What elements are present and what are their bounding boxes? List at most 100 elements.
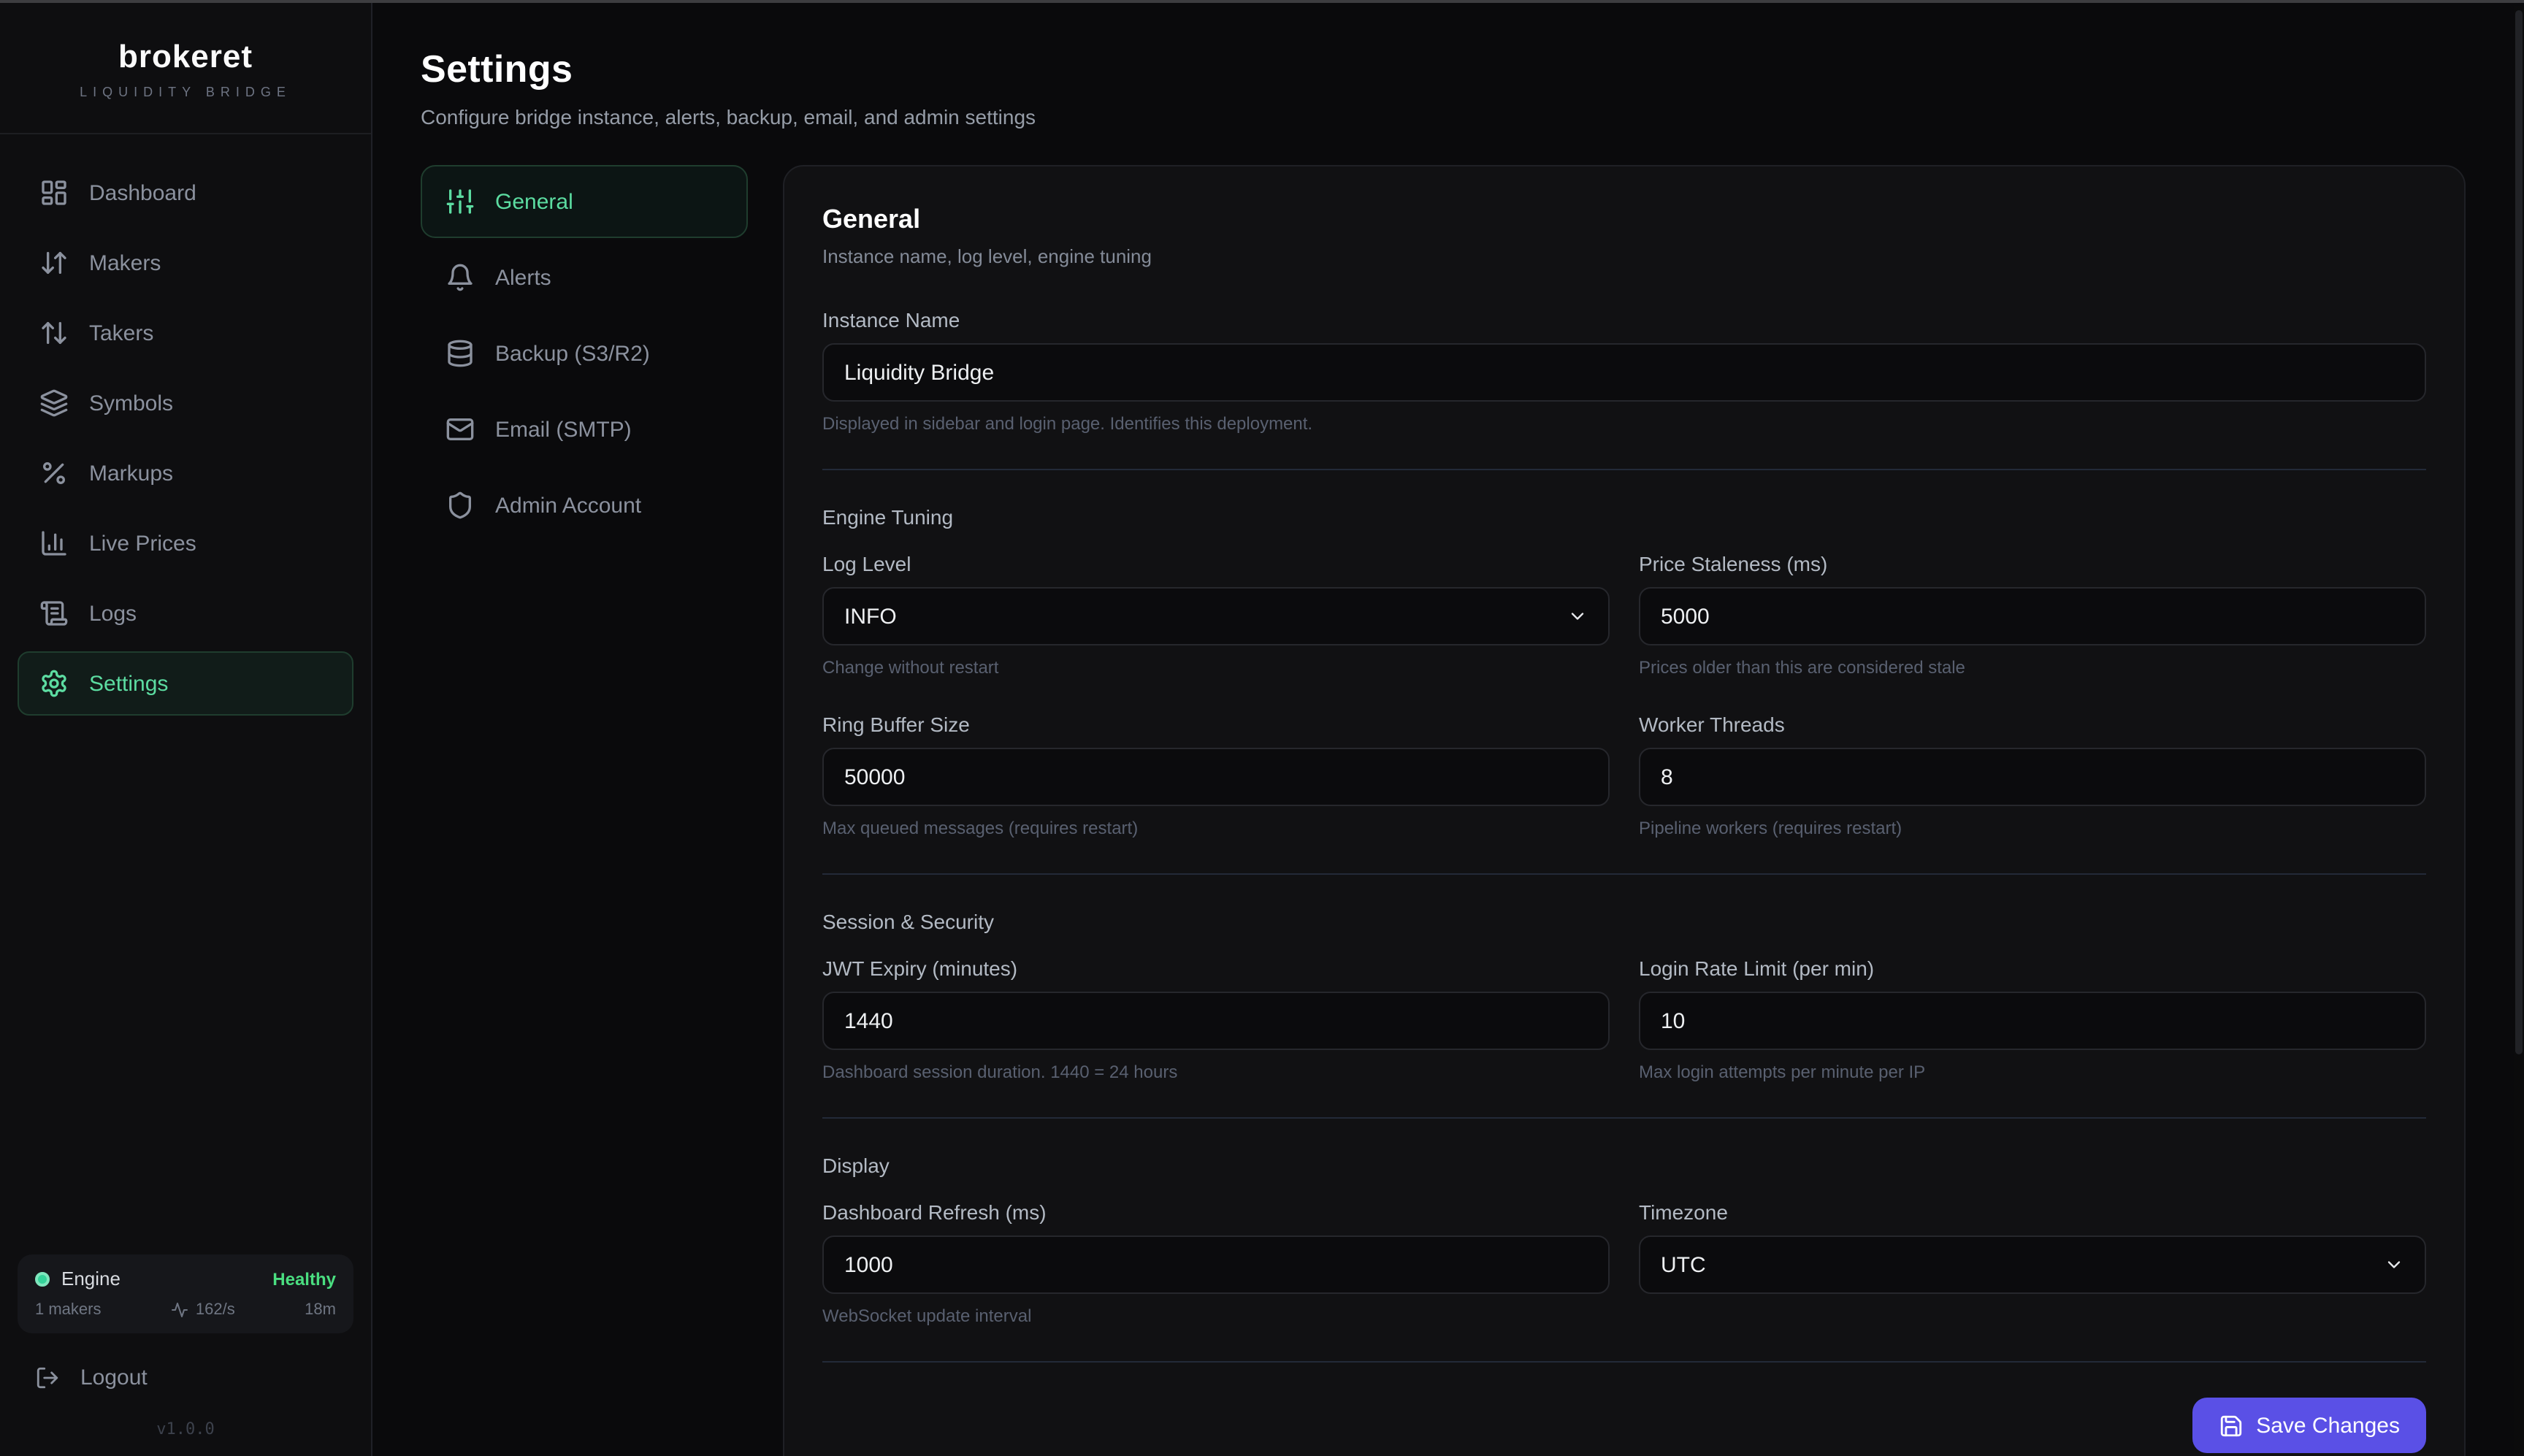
chevron-down-icon: [1567, 606, 1588, 627]
tick-rate-value: 162/s: [196, 1301, 235, 1319]
jwt-expiry-field: JWT Expiry (minutes) Dashboard session d…: [822, 957, 1610, 1082]
worker-threads-field: Worker Threads Pipeline workers (require…: [1639, 713, 2426, 838]
logout-label: Logout: [80, 1365, 148, 1390]
layers-icon: [39, 388, 69, 418]
bell-icon: [445, 263, 475, 292]
section-title-session-security: Session & Security: [822, 910, 2426, 933]
timezone-value: UTC: [1661, 1252, 1706, 1277]
logout-icon: [35, 1365, 60, 1390]
dashboard-refresh-hint: WebSocket update interval: [822, 1306, 1610, 1326]
tab-general[interactable]: General: [421, 165, 748, 238]
section-title-engine-tuning: Engine Tuning: [822, 505, 2426, 529]
tab-label: Alerts: [495, 265, 551, 290]
tab-alerts[interactable]: Alerts: [421, 241, 748, 314]
divider: [822, 469, 2426, 470]
price-staleness-field: Price Staleness (ms) Prices older than t…: [1639, 552, 2426, 678]
sidebar-item-label: Logs: [89, 601, 137, 626]
shield-icon: [445, 491, 475, 520]
dashboard-refresh-label: Dashboard Refresh (ms): [822, 1200, 1610, 1224]
brand-logo: brokeret LIQUIDITY BRIDGE: [0, 3, 371, 134]
save-icon: [2218, 1413, 2243, 1438]
ring-buffer-label: Ring Buffer Size: [822, 713, 1610, 736]
divider: [822, 1117, 2426, 1119]
ring-buffer-input[interactable]: [822, 748, 1610, 806]
timezone-label: Timezone: [1639, 1200, 2426, 1224]
tab-backup[interactable]: Backup (S3/R2): [421, 317, 748, 390]
scrollbar-thumb[interactable]: [2515, 10, 2523, 1054]
section-title-display: Display: [822, 1154, 2426, 1177]
sidebar-item-makers[interactable]: Makers: [18, 231, 353, 295]
worker-threads-hint: Pipeline workers (requires restart): [1639, 818, 2426, 838]
layout-dashboard-icon: [39, 178, 69, 207]
scroll-text-icon: [39, 599, 69, 628]
main-content: Settings Configure bridge instance, aler…: [372, 3, 2524, 1456]
arrow-up-down-icon: [39, 318, 69, 348]
instance-name-field: Instance Name Displayed in sidebar and l…: [822, 308, 2426, 434]
sidebar-item-label: Makers: [89, 250, 161, 275]
sidebar-item-label: Dashboard: [89, 180, 196, 205]
login-rate-limit-field: Login Rate Limit (per min) Max login att…: [1639, 957, 2426, 1082]
worker-threads-label: Worker Threads: [1639, 713, 2426, 736]
engine-status-card: Engine Healthy 1 makers 162/s 18m: [18, 1254, 353, 1333]
instance-name-input[interactable]: [822, 343, 2426, 402]
tab-email[interactable]: Email (SMTP): [421, 393, 748, 466]
log-level-field: Log Level INFO Change without restart: [822, 552, 1610, 678]
timezone-field: Timezone UTC: [1639, 1200, 2426, 1326]
worker-threads-input[interactable]: [1639, 748, 2426, 806]
percent-icon: [39, 459, 69, 488]
sidebar: brokeret LIQUIDITY BRIDGE Dashboard Make…: [0, 3, 372, 1456]
scrollbar[interactable]: [2514, 6, 2524, 1456]
chevron-down-icon: [2384, 1254, 2404, 1275]
sidebar-item-live-prices[interactable]: Live Prices: [18, 511, 353, 575]
price-staleness-input[interactable]: [1639, 587, 2426, 645]
sidebar-item-label: Live Prices: [89, 531, 196, 556]
jwt-expiry-input[interactable]: [822, 992, 1610, 1050]
tab-label: Admin Account: [495, 493, 641, 518]
sidebar-item-dashboard[interactable]: Dashboard: [18, 161, 353, 225]
tick-rate: 162/s: [171, 1301, 235, 1319]
tab-admin-account[interactable]: Admin Account: [421, 469, 748, 542]
tab-label: Email (SMTP): [495, 417, 632, 442]
page-subtitle: Configure bridge instance, alerts, backu…: [421, 105, 2466, 129]
sidebar-nav: Dashboard Makers Takers Symbols Markups: [0, 134, 371, 721]
jwt-expiry-hint: Dashboard session duration. 1440 = 24 ho…: [822, 1062, 1610, 1082]
tab-label: General: [495, 189, 573, 214]
mail-icon: [445, 415, 475, 444]
engine-label: Engine: [61, 1268, 121, 1290]
login-rate-limit-input[interactable]: [1639, 992, 2426, 1050]
dashboard-refresh-input[interactable]: [822, 1235, 1610, 1294]
gear-icon: [39, 669, 69, 698]
price-staleness-label: Price Staleness (ms): [1639, 552, 2426, 575]
price-staleness-hint: Prices older than this are considered st…: [1639, 657, 2426, 678]
login-rate-limit-hint: Max login attempts per minute per IP: [1639, 1062, 2426, 1082]
panel-title: General: [822, 204, 2426, 235]
tab-label: Backup (S3/R2): [495, 341, 650, 366]
sidebar-item-takers[interactable]: Takers: [18, 301, 353, 365]
log-level-select[interactable]: INFO: [822, 587, 1610, 645]
sidebar-item-label: Settings: [89, 671, 168, 696]
divider: [822, 873, 2426, 875]
timezone-select[interactable]: UTC: [1639, 1235, 2426, 1294]
brand-tagline: LIQUIDITY BRIDGE: [80, 84, 291, 99]
ring-buffer-hint: Max queued messages (requires restart): [822, 818, 1610, 838]
ring-buffer-field: Ring Buffer Size Max queued messages (re…: [822, 713, 1610, 838]
engine-health-badge: Healthy: [272, 1268, 336, 1289]
panel-subtitle: Instance name, log level, engine tuning: [822, 245, 2426, 267]
sidebar-item-label: Symbols: [89, 391, 173, 415]
log-level-label: Log Level: [822, 552, 1610, 575]
log-level-value: INFO: [844, 604, 897, 629]
log-level-hint: Change without restart: [822, 657, 1610, 678]
sidebar-item-settings[interactable]: Settings: [18, 651, 353, 716]
jwt-expiry-label: JWT Expiry (minutes): [822, 957, 1610, 980]
brand-name: brokeret: [118, 37, 253, 75]
sidebar-item-logs[interactable]: Logs: [18, 581, 353, 645]
sidebar-item-markups[interactable]: Markups: [18, 441, 353, 505]
settings-tabs: General Alerts Backup (S3/R2) Email (SMT…: [421, 165, 748, 545]
logout-button[interactable]: Logout: [18, 1357, 353, 1399]
save-changes-button[interactable]: Save Changes: [2192, 1398, 2426, 1453]
login-rate-limit-label: Login Rate Limit (per min): [1639, 957, 2426, 980]
instance-name-label: Instance Name: [822, 308, 2426, 332]
sidebar-item-symbols[interactable]: Symbols: [18, 371, 353, 435]
dashboard-refresh-field: Dashboard Refresh (ms) WebSocket update …: [822, 1200, 1610, 1326]
sliders-icon: [445, 187, 475, 216]
